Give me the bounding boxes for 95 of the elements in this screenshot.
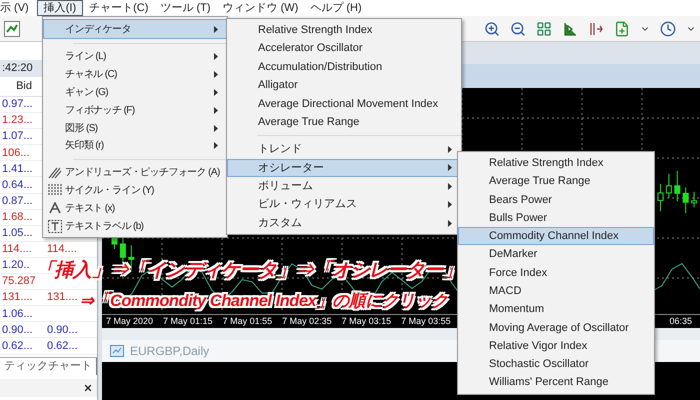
tab[interactable]: ティックチャート (0, 358, 97, 374)
price-cell-text: 131.... (1, 290, 34, 306)
menu-bar-item[interactable]: 挿入(I) (36, 0, 84, 16)
axis-label: 7 May 03:55 (401, 314, 451, 328)
price-cell-text: 1.07... (1, 129, 34, 144)
tile-windows-icon[interactable] (536, 20, 552, 36)
auto-scroll-icon[interactable] (588, 20, 604, 36)
price-cell-text: 0.62... (46, 338, 78, 354)
menu-item[interactable]: Williams' Percent Range (458, 374, 654, 392)
axis-label: 7 May 01:15 (163, 314, 213, 328)
chart-icon[interactable] (4, 20, 20, 36)
menu-item[interactable]: Average Directional Movement Index (227, 94, 461, 113)
menu-item[interactable]: Relative Strength Index (458, 154, 654, 172)
menu-item[interactable]: 図形 (S) (43, 119, 227, 137)
axis-label: 7 May 2020 (106, 314, 154, 328)
window-title: EURGBP,Daily (130, 343, 210, 360)
column-header[interactable]: Bid (0, 78, 34, 95)
menu-item[interactable]: カスタム (227, 214, 461, 232)
price-cell-text: 0.97... (1, 97, 34, 112)
submenu-arrow-icon (214, 26, 218, 32)
menu-item[interactable]: MACD (458, 282, 654, 300)
menu-item[interactable]: Bears Power (458, 190, 654, 209)
menu-item[interactable]: ボリューム (227, 177, 461, 196)
price-cell-text: 0.87... (1, 194, 34, 209)
menu-item[interactable]: Average True Range (227, 112, 461, 132)
submenu-arrow-icon (214, 88, 218, 96)
price-cell-text: 1.23... (1, 113, 34, 128)
submenu-arrow-icon (448, 201, 452, 208)
menu-item[interactable]: ビル・ウィリアムス (227, 196, 461, 214)
zoom-in-icon[interactable] (484, 20, 500, 36)
price-cell-text: 1.05... (1, 226, 34, 242)
menu-item[interactable]: Relative Vigor Index (458, 336, 654, 356)
menu-item[interactable]: ギャン (G) (43, 84, 227, 102)
menu-item[interactable]: Average True Range (458, 172, 654, 191)
menu-bar-item[interactable]: ツール (T) (154, 0, 217, 16)
menu-bar-item[interactable]: ヘルプ (H) (304, 0, 368, 16)
menu-item[interactable]: Moving Average of Oscillator (458, 318, 654, 337)
price-cell-text: 0.90... (46, 322, 78, 338)
price-cell-text: 0.90... (1, 322, 34, 338)
text-tool-icon (48, 202, 60, 214)
price-cell-text: 1.20.. (1, 258, 31, 274)
price-cell-text: 1.68... (1, 210, 34, 225)
menu-item[interactable]: Accelerator Oscillator (227, 39, 461, 58)
axis-label: 7 May 01:55 (222, 314, 272, 328)
menu-item[interactable]: Commodity Channel Index (458, 227, 654, 246)
submenu-arrow-icon (448, 182, 452, 190)
menu-item[interactable]: テキストラベル (b) (43, 217, 227, 235)
chart-shift-icon[interactable] (562, 20, 578, 36)
price-cell-text: 114.... (46, 242, 77, 258)
menu-item[interactable]: サイクル・ライン (Y) (43, 182, 227, 200)
menu-item[interactable]: Bulls Power (458, 208, 654, 228)
menu-item[interactable]: Relative Strength Index (227, 21, 461, 40)
menu-item[interactable]: トレンド (227, 140, 461, 159)
axis-label: 7 May 02:35 (282, 314, 332, 328)
menu-item[interactable]: インディケータ (43, 19, 227, 39)
submenu-arrow-icon (214, 142, 218, 150)
menu-item[interactable]: Alligator (227, 76, 461, 95)
price-cell-text: 75.287 (1, 274, 37, 290)
annotation-text: ⇒「Commondity Channel Index」の順にクリック (80, 290, 448, 312)
text-label-icon (48, 220, 62, 233)
submenu-arrow-icon (214, 124, 218, 132)
submenu-arrow-icon (448, 146, 452, 154)
new-order-icon[interactable] (614, 20, 630, 36)
zoom-out-icon[interactable] (510, 20, 526, 36)
price-cell-text: 0.62... (1, 338, 34, 354)
menu-bar-item[interactable]: チャート(C) (83, 0, 154, 16)
axis-label: 06:35 (669, 314, 693, 328)
price-cell-text: 1.41... (1, 162, 34, 177)
submenu-arrow-icon (448, 220, 452, 227)
price-cell-text: 0.64... (1, 178, 34, 193)
menu-item[interactable]: DeMarker (458, 245, 654, 264)
menu-item[interactable]: Accumulation/Distribution (227, 58, 461, 76)
menu-bar-item[interactable]: 示 (V) (0, 0, 37, 16)
menu-item[interactable]: Stochastic Oscillator (458, 355, 654, 374)
submenu-arrow-icon (214, 106, 218, 114)
menu-item[interactable]: アンドリューズ・ピッチフォーク (A) (43, 164, 227, 182)
menu-bar-item[interactable]: ウィンドウ (W) (216, 0, 304, 16)
chart-window-icon (110, 345, 124, 357)
submenu-arrow-icon (214, 71, 218, 78)
pitchfork-icon (48, 166, 62, 179)
menu-item[interactable]: テキスト (x) (43, 199, 227, 218)
axis-label: 7 May 03:15 (342, 314, 392, 328)
close-icon[interactable] (83, 382, 93, 392)
price-cell-text: 131.... (46, 290, 78, 306)
price-cell-text: 1.06... (1, 306, 34, 322)
menu-item[interactable]: Momentum (458, 300, 654, 319)
cycle-lines-icon (48, 184, 62, 196)
price-cell-text: 114.... (1, 242, 33, 258)
menu-item[interactable]: フィボナッチ (F) (43, 101, 227, 120)
timeframe-icon[interactable] (660, 20, 676, 36)
menu-item[interactable]: Force Index (458, 264, 654, 282)
submenu-arrow-icon (448, 164, 452, 172)
menu-item[interactable]: 矢印類 (r) (43, 136, 227, 155)
submenu-arrow-icon (214, 53, 218, 60)
price-cell-text: 106... (1, 146, 31, 161)
